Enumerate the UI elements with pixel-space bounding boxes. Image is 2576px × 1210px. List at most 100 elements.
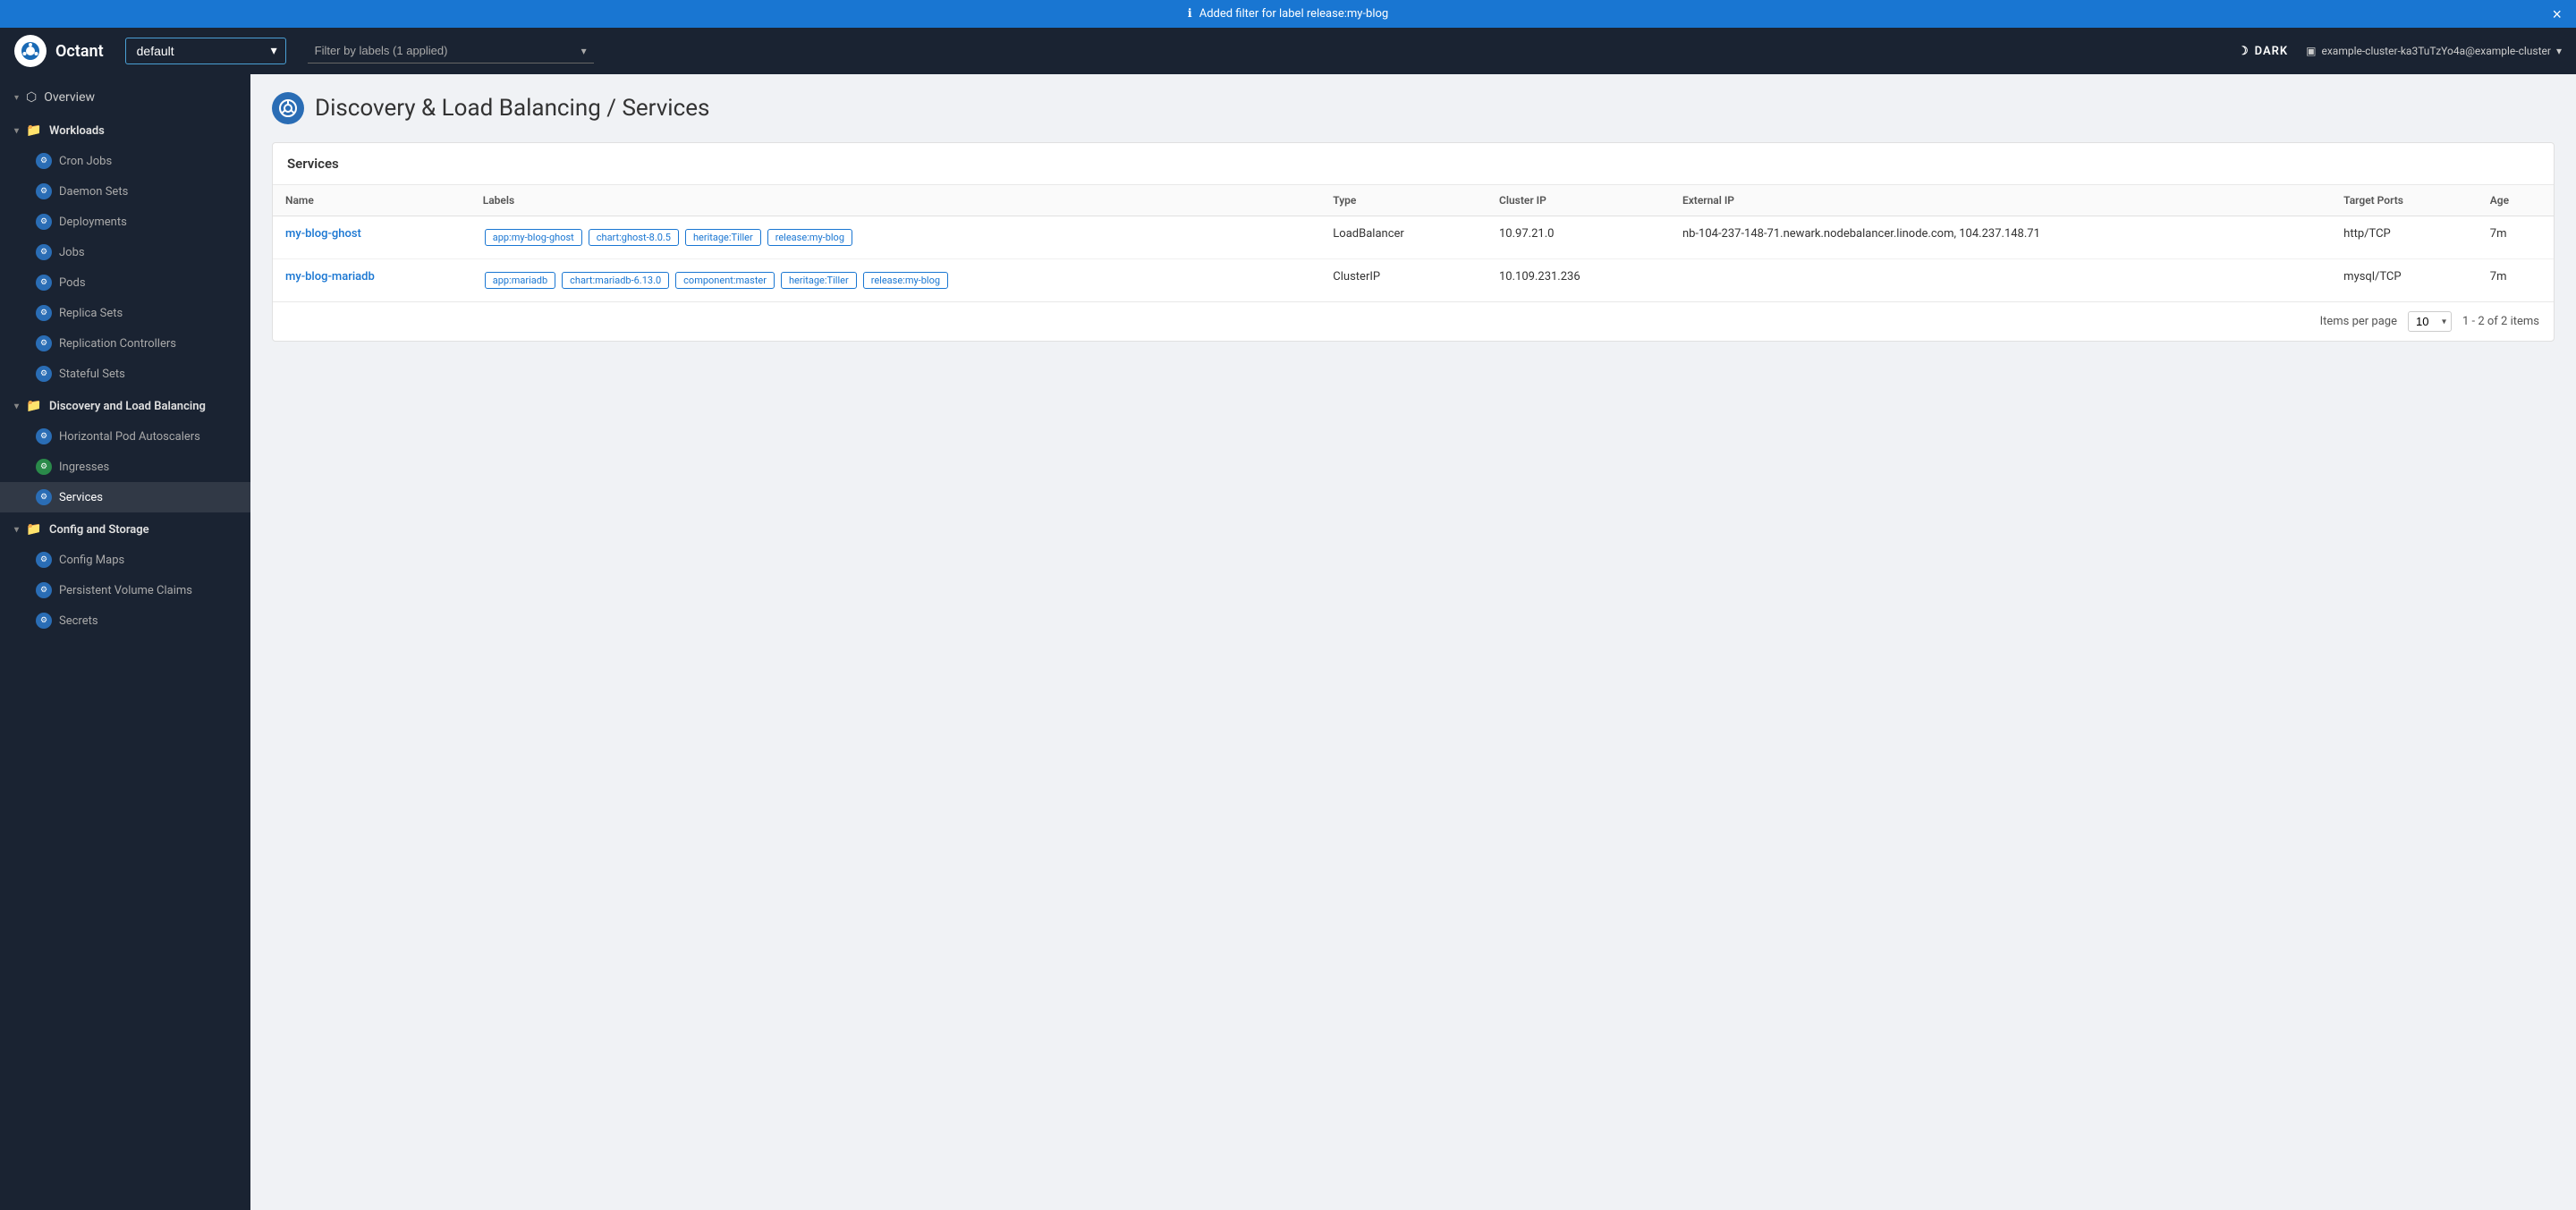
server-icon: ▣: [2306, 45, 2316, 57]
dark-mode-toggle[interactable]: ☽ DARK: [2238, 45, 2288, 58]
col-cluster-ip: Cluster IP: [1487, 185, 1670, 216]
label-tag[interactable]: heritage:Tiller: [685, 229, 761, 246]
col-labels: Labels: [470, 185, 1321, 216]
sidebar-item-jobs[interactable]: ⚙ Jobs: [0, 237, 250, 267]
label-tag[interactable]: app:my-blog-ghost: [485, 229, 582, 246]
stateful-sets-icon: ⚙: [36, 366, 52, 382]
sidebar-section-header-workloads[interactable]: ▾ 📁 Workloads: [0, 115, 250, 146]
label-filter[interactable]: ▾: [308, 38, 594, 63]
namespace-select[interactable]: default: [125, 38, 286, 64]
col-target-ports: Target Ports: [2331, 185, 2478, 216]
sidebar-item-config-maps[interactable]: ⚙ Config Maps: [0, 545, 250, 575]
sidebar-item-stateful-sets[interactable]: ⚙ Stateful Sets: [0, 359, 250, 389]
ingresses-icon: ⚙: [36, 459, 52, 475]
sidebar-overview-label: Overview: [44, 90, 95, 105]
per-page-select[interactable]: 10 5 20 50: [2408, 311, 2452, 332]
filter-input[interactable]: [308, 38, 581, 63]
sidebar-item-horizontal-pod-autoscalers[interactable]: ⚙ Horizontal Pod Autoscalers: [0, 421, 250, 452]
sidebar-item-replication-controllers[interactable]: ⚙ Replication Controllers: [0, 328, 250, 359]
sidebar-item-label-pvc: Persistent Volume Claims: [59, 584, 192, 597]
secrets-icon: ⚙: [36, 613, 52, 629]
workloads-folder-icon: 📁: [26, 123, 42, 139]
notification-icon: ℹ: [1188, 7, 1192, 21]
sidebar-item-cron-jobs[interactable]: ⚙ Cron Jobs: [0, 146, 250, 176]
pvc-icon: ⚙: [36, 582, 52, 598]
cell-cluster-ip: 10.109.231.236: [1487, 259, 1670, 302]
namespace-select-wrapper[interactable]: default: [125, 38, 286, 64]
pods-icon: ⚙: [36, 275, 52, 291]
sidebar-section-header-config-storage[interactable]: ▾ 📁 Config and Storage: [0, 514, 250, 545]
sidebar-section-label-workloads: Workloads: [49, 124, 105, 138]
label-tag[interactable]: release:my-blog: [863, 272, 948, 289]
deployments-icon: ⚙: [36, 214, 52, 230]
sidebar-item-secrets[interactable]: ⚙ Secrets: [0, 605, 250, 636]
namespace-selector[interactable]: default: [125, 38, 286, 64]
sidebar-item-label-hpa: Horizontal Pod Autoscalers: [59, 430, 200, 444]
labels-cell: app:my-blog-ghost chart:ghost-8.0.5 herita…: [483, 227, 1309, 248]
config-storage-chevron-icon: ▾: [14, 525, 19, 535]
sidebar-item-ingresses[interactable]: ⚙ Ingresses: [0, 452, 250, 482]
cell-target-ports: http/TCP: [2331, 216, 2478, 259]
services-table: Name Labels Type Cluster IP External IP …: [273, 185, 2554, 301]
sidebar-item-persistent-volume-claims[interactable]: ⚙ Persistent Volume Claims: [0, 575, 250, 605]
notification-message: Added filter for label release:my-blog: [1199, 7, 1389, 21]
cluster-label: example-cluster-ka3TuTzYo4a@example-clus…: [2321, 45, 2551, 57]
sidebar-item-label-secrets: Secrets: [59, 614, 98, 628]
col-name: Name: [273, 185, 470, 216]
services-icon: ⚙: [36, 489, 52, 505]
config-maps-icon: ⚙: [36, 552, 52, 568]
label-tag[interactable]: app:mariadb: [485, 272, 555, 289]
label-tag[interactable]: heritage:Tiller: [781, 272, 857, 289]
table-row: my-blog-ghost app:my-blog-ghost chart:gho…: [273, 216, 2554, 259]
table-header-row: Name Labels Type Cluster IP External IP …: [273, 185, 2554, 216]
workloads-chevron-icon: ▾: [14, 126, 19, 136]
sidebar-item-deployments[interactable]: ⚙ Deployments: [0, 207, 250, 237]
sidebar-section-config-storage: ▾ 📁 Config and Storage ⚙ Config Maps ⚙ P…: [0, 514, 250, 636]
sidebar-section-header-discovery[interactable]: ▾ 📁 Discovery and Load Balancing: [0, 391, 250, 421]
sidebar-item-overview[interactable]: ▾ ⬡ Overview: [0, 81, 250, 114]
cell-age: 7m: [2478, 259, 2554, 302]
logo-svg: [20, 40, 41, 62]
cell-external-ip: nb-104-237-148-71.newark.nodebalancer.li…: [1670, 216, 2331, 259]
app-logo: Octant: [14, 35, 104, 67]
sidebar-item-label-pods: Pods: [59, 276, 86, 290]
sidebar-item-services[interactable]: ⚙ Services: [0, 482, 250, 512]
items-per-page-label: Items per page: [2320, 315, 2397, 328]
card-title: Services: [273, 143, 2554, 185]
app-name: Octant: [55, 42, 104, 61]
page-icon: [272, 92, 304, 124]
cell-name: my-blog-ghost: [273, 216, 470, 259]
sidebar-section-label-discovery: Discovery and Load Balancing: [49, 400, 206, 413]
main-layout: ▾ ⬡ Overview ▾ 📁 Workloads ⚙ Cron Jobs ⚙…: [0, 74, 2576, 1210]
filter-input-wrapper[interactable]: ▾: [308, 38, 594, 63]
hpa-icon: ⚙: [36, 428, 52, 444]
service-link[interactable]: my-blog-mariadb: [285, 270, 375, 283]
sidebar-item-label-cron-jobs: Cron Jobs: [59, 155, 112, 168]
pagination-summary: 1 - 2 of 2 items: [2462, 315, 2539, 328]
sidebar-item-daemon-sets[interactable]: ⚙ Daemon Sets: [0, 176, 250, 207]
notification-close-button[interactable]: ×: [2552, 6, 2562, 22]
sidebar-item-label-services: Services: [59, 491, 103, 504]
label-tag[interactable]: chart:ghost-8.0.5: [589, 229, 679, 246]
label-tag[interactable]: release:my-blog: [767, 229, 852, 246]
header-right: ☽ DARK ▣ example-cluster-ka3TuTzYo4a@exa…: [2238, 45, 2562, 58]
table-footer: Items per page 10 5 20 50 1 - 2 of 2 ite…: [273, 301, 2554, 341]
cluster-info: ▣ example-cluster-ka3TuTzYo4a@example-cl…: [2306, 45, 2562, 57]
sidebar-item-pods[interactable]: ⚙ Pods: [0, 267, 250, 298]
services-card: Services Name Labels Type Cluster IP Ext…: [272, 142, 2555, 342]
label-tag[interactable]: chart:mariadb-6.13.0: [562, 272, 669, 289]
dark-label: DARK: [2255, 45, 2289, 58]
sidebar-section-workloads: ▾ 📁 Workloads ⚙ Cron Jobs ⚙ Daemon Sets …: [0, 115, 250, 389]
discovery-chevron-icon: ▾: [14, 402, 19, 411]
service-link[interactable]: my-blog-ghost: [285, 227, 361, 241]
per-page-wrapper[interactable]: 10 5 20 50: [2408, 311, 2452, 332]
col-type: Type: [1320, 185, 1487, 216]
col-external-ip: External IP: [1670, 185, 2331, 216]
sidebar-item-replica-sets[interactable]: ⚙ Replica Sets: [0, 298, 250, 328]
page-title-row: Discovery & Load Balancing / Services: [272, 92, 2555, 124]
sidebar-item-label-replication-controllers: Replication Controllers: [59, 337, 176, 351]
col-age: Age: [2478, 185, 2554, 216]
label-tag[interactable]: component:master: [675, 272, 775, 289]
cell-labels: app:mariadb chart:mariadb-6.13.0 component…: [470, 259, 1321, 302]
cell-name: my-blog-mariadb: [273, 259, 470, 302]
